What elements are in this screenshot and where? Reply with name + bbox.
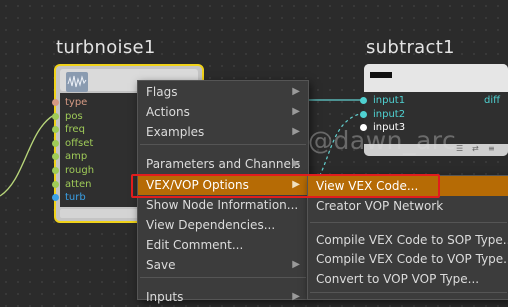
menu-item-label: Show Node Information... (146, 198, 299, 212)
annotation-highlight-box (131, 174, 440, 198)
node-title-turbnoise: turbnoise1 (56, 37, 156, 58)
menu-separator (310, 292, 507, 293)
port-dot-icon[interactable] (360, 97, 367, 104)
menu-item-examples[interactable]: Examples ▶ (138, 122, 308, 142)
node-title-subtract: subtract1 (366, 37, 455, 58)
port-dot-icon[interactable] (52, 166, 59, 174)
submenu-item-creator-vop-network[interactable]: Creator VOP Network (308, 196, 508, 216)
footer-glyph: ⇄ (472, 144, 479, 153)
wire-pos-in (0, 114, 55, 197)
menu-item-label: Creator VOP Network (316, 199, 444, 213)
port-label: offset (65, 137, 94, 149)
port-label: amp (65, 151, 88, 163)
menu-item-label: Convert to VOP VOP Type... (316, 272, 480, 286)
port-dot-icon[interactable] (52, 153, 59, 161)
menu-item-label: Compile VEX Code to SOP Type... (316, 233, 508, 247)
menu-item-label: Actions (146, 105, 190, 119)
menu-separator (140, 144, 306, 145)
port-dot-icon[interactable] (52, 180, 59, 188)
menu-item-label: Parameters and Channels (146, 157, 301, 171)
port-label: type (65, 97, 88, 108)
submenu-arrow-icon: ▶ (292, 126, 300, 137)
input-port-0[interactable]: input1 (360, 94, 406, 108)
menu-item-label: Inputs (146, 290, 184, 304)
footer-glyph: ☰ (456, 144, 464, 153)
menu-item-parameters-and-channels[interactable]: Parameters and Channels ▶ (138, 154, 308, 174)
input-port-6[interactable]: atten (52, 178, 94, 192)
menu-item-label: Flags (146, 85, 178, 99)
port-label: atten (65, 178, 92, 190)
submenu-arrow-icon: ▶ (292, 86, 300, 97)
port-label: input2 (373, 108, 406, 120)
noise-icon (66, 72, 88, 92)
input-port-4[interactable]: amp (52, 150, 94, 164)
submenu-item-compile-vex-code-to-vop-type[interactable]: Compile VEX Code to VOP Type... (308, 249, 508, 269)
port-dot-icon[interactable] (360, 110, 367, 118)
input-port-7[interactable]: turb (52, 191, 94, 205)
port-label: freq (65, 124, 85, 136)
submenu-arrow-icon: ▶ (292, 291, 300, 302)
output-port-diff[interactable]: diff (484, 94, 500, 108)
menu-item-label: Examples (146, 125, 205, 139)
menu-separator (140, 277, 306, 278)
menu-item-view-dependencies[interactable]: View Dependencies... (138, 215, 308, 235)
port-dot-icon[interactable] (52, 99, 59, 106)
input-port-1[interactable]: input2 (360, 108, 406, 122)
port-label: input1 (373, 95, 406, 106)
turbnoise-port-list: type pos freq offset amp rough atten turb (52, 96, 95, 205)
watermark: @dawn_arc (308, 126, 457, 155)
submenu-arrow-icon: ▶ (292, 158, 300, 169)
menu-item-label: Compile VEX Code to VOP Type... (316, 252, 508, 266)
menu-item-show-node-information[interactable]: Show Node Information... (138, 195, 308, 215)
submenu-item-convert-to-vop-vop-type[interactable]: Convert to VOP VOP Type... (308, 269, 508, 289)
menu-item-flags[interactable]: Flags ▶ (138, 82, 308, 102)
submenu-item-compile-vex-code-to-sop-type[interactable]: Compile VEX Code to SOP Type... (308, 230, 508, 250)
menu-separator (310, 222, 507, 223)
port-dot-icon[interactable] (52, 139, 59, 147)
subtract-icon (370, 72, 392, 78)
node-header[interactable] (364, 64, 508, 92)
menu-item-save[interactable]: Save ▶ (138, 255, 308, 275)
submenu-arrow-icon: ▶ (292, 259, 300, 270)
input-port-0[interactable]: type (52, 96, 94, 110)
menu-item-label: View Dependencies... (146, 218, 276, 232)
port-dot-icon[interactable] (52, 194, 59, 202)
menu-item-label: Edit Comment... (146, 238, 244, 252)
submenu-arrow-icon: ▶ (292, 106, 300, 117)
output-label: diff (483, 95, 500, 106)
port-label: rough (65, 164, 95, 176)
input-port-5[interactable]: rough (52, 164, 95, 178)
port-dot-icon[interactable] (52, 112, 59, 120)
menu-item-actions[interactable]: Actions ▶ (138, 102, 308, 122)
footer-glyph: ≡ (488, 144, 495, 153)
port-dot-icon[interactable] (52, 126, 59, 134)
menu-item-label: Save (146, 258, 176, 272)
menu-item-inputs[interactable]: Inputs ▶ (138, 287, 308, 307)
input-port-3[interactable]: offset (52, 137, 94, 151)
input-port-1[interactable]: pos (52, 110, 94, 124)
menu-item-edit-comment[interactable]: Edit Comment... (138, 235, 308, 255)
input-port-2[interactable]: freq (52, 123, 94, 137)
port-label: turb (65, 192, 86, 204)
port-label: pos (65, 110, 83, 122)
